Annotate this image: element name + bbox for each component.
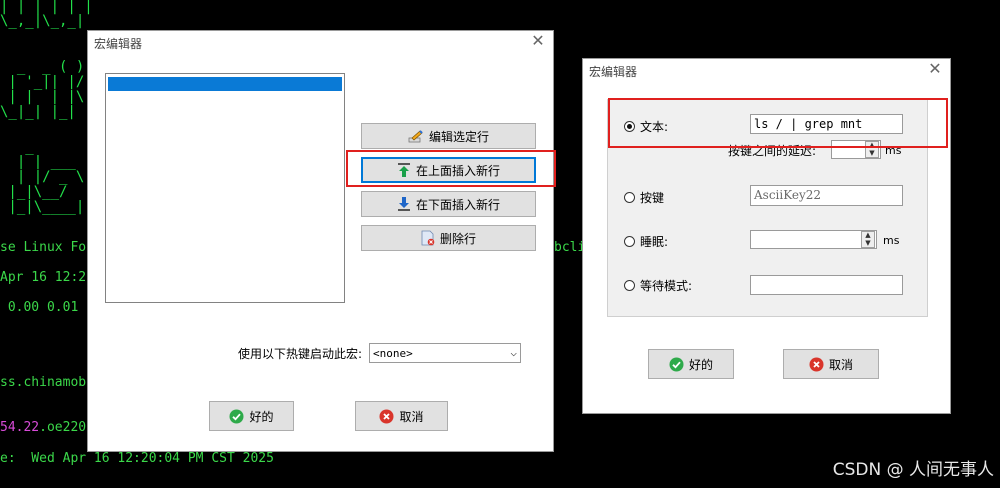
ok-label: 好的: [688, 357, 713, 372]
wait-mode-radio[interactable]: [624, 280, 635, 291]
sleep-input[interactable]: [750, 230, 877, 249]
ascii-art-row: |_|\____|: [0, 199, 85, 215]
wait-mode-input[interactable]: [750, 275, 903, 295]
hotkey-dropdown[interactable]: <none> ⌵: [369, 343, 521, 363]
ascii-art-row: |_|\__/: [0, 184, 68, 200]
cancel-circle-icon: [809, 357, 824, 372]
hotkey-value: <none>: [373, 347, 413, 360]
delete-line-button[interactable]: 删除行: [361, 225, 536, 251]
delete-line-label: 删除行: [439, 231, 476, 246]
terminal-ip-rest: .oe220: [39, 420, 87, 435]
key-radio[interactable]: [624, 192, 635, 203]
terminal-os-line-tail: bcli: [554, 240, 586, 255]
cancel-button[interactable]: 取消: [355, 401, 448, 431]
insert-below-arrow-icon: [397, 196, 411, 212]
terminal-domain-line: ss.chinamob: [0, 375, 87, 390]
highlight-box: [608, 98, 948, 148]
ascii-art-row: | '_|| |/: [0, 74, 85, 90]
close-icon[interactable]: ✕: [531, 33, 545, 49]
ascii-art-row: | | | |\: [0, 89, 85, 105]
terminal-load-line: 0.00 0.01: [0, 300, 79, 315]
cancel-label: 取消: [399, 409, 424, 424]
terminal-date-line: Apr 16 12:2: [0, 270, 87, 285]
terminal-ip-highlight: 54.22: [0, 420, 40, 435]
dialog-title: 宏编辑器: [94, 37, 143, 51]
sleep-spinner[interactable]: ▲ ▼: [861, 231, 875, 248]
check-circle-icon: [229, 409, 244, 424]
sleep-option-label: 睡眠:: [640, 235, 669, 249]
ascii-art-row: \_|_| |_|: [0, 104, 76, 120]
spin-down-icon[interactable]: ▼: [862, 239, 874, 248]
ok-label: 好的: [249, 409, 274, 424]
cancel-button[interactable]: 取消: [783, 349, 879, 379]
close-icon[interactable]: ✕: [928, 61, 942, 77]
cancel-label: 取消: [828, 357, 853, 372]
chevron-down-icon: ⌵: [510, 346, 517, 359]
cancel-circle-icon: [379, 409, 394, 424]
terminal-time-line: e: Wed Apr 16 12:20:04 PM CST 2025: [0, 451, 274, 466]
list-item-selected[interactable]: [108, 77, 342, 91]
ascii-art-row: | | ___: [0, 154, 76, 170]
edit-line-button[interactable]: 编辑选定行: [361, 123, 536, 149]
check-circle-icon: [669, 357, 684, 372]
watermark: CSDN @ 人间无事人: [832, 460, 994, 480]
hotkey-label: 使用以下热键启动此宏:: [238, 347, 363, 361]
ok-button[interactable]: 好的: [648, 349, 734, 379]
spin-down-icon[interactable]: ▼: [866, 149, 878, 158]
macro-lines-list[interactable]: [105, 73, 345, 303]
insert-below-label: 在下面插入新行: [415, 197, 500, 212]
highlight-box: [346, 150, 556, 187]
ascii-art-row: | |/ _ \: [0, 169, 85, 185]
ascii-art-row: _: [0, 139, 34, 155]
sleep-radio[interactable]: [624, 236, 635, 247]
macro-editor-dialog: 宏编辑器 ✕ 编辑选定行 在上面插入新行 在下面插入新行 删除行 使用以下热键启…: [87, 30, 554, 452]
terminal-os-line: se Linux Fo: [0, 240, 87, 255]
edit-pencil-icon: [408, 129, 424, 143]
delete-file-icon: [421, 230, 435, 246]
key-option-label: 按键: [640, 191, 665, 205]
key-input-value: AsciiKey22: [754, 188, 822, 202]
insert-below-button[interactable]: 在下面插入新行: [361, 191, 536, 217]
ok-button[interactable]: 好的: [209, 401, 294, 431]
ascii-art-row: _ _ ( ): [0, 59, 85, 75]
terminal-ip-line: 54.22.oe220: [0, 420, 86, 435]
ascii-art-row: \_,_|\_,_|: [0, 13, 85, 29]
sleep-unit: ms: [883, 234, 900, 247]
key-input[interactable]: AsciiKey22: [750, 185, 903, 206]
edit-line-label: 编辑选定行: [428, 129, 489, 144]
wait-mode-label: 等待模式:: [640, 279, 693, 293]
dialog-title: 宏编辑器: [589, 65, 638, 79]
